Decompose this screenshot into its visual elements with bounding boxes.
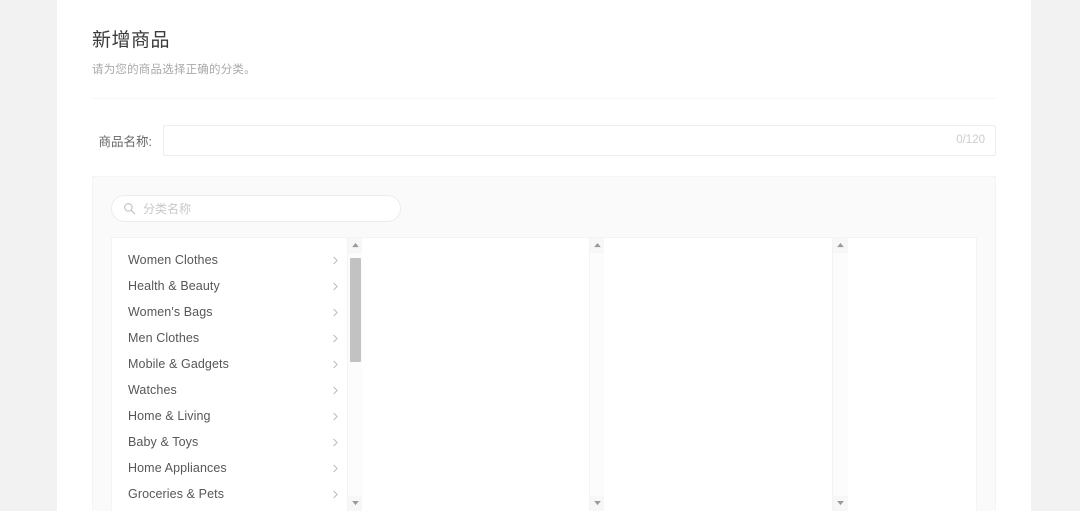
category-picker-panel: Women Clothes Health & Beauty Women's Ba… bbox=[92, 176, 996, 511]
scrollbar-column-3[interactable] bbox=[832, 238, 848, 511]
scroll-down-arrow[interactable] bbox=[348, 496, 363, 511]
page-subtitle: 请为您的商品选择正确的分类。 bbox=[92, 64, 256, 76]
category-label: Women's Bags bbox=[128, 305, 213, 319]
category-label: Watches bbox=[128, 383, 177, 397]
product-name-input[interactable] bbox=[163, 125, 996, 156]
product-name-row: 商品名称: 0/120 bbox=[57, 99, 1031, 156]
page-title: 新增商品 bbox=[92, 30, 171, 51]
category-column-2 bbox=[362, 238, 605, 511]
chevron-right-icon bbox=[331, 412, 340, 421]
scrollbar-column-1[interactable] bbox=[347, 238, 363, 511]
chevron-right-icon bbox=[331, 438, 340, 447]
product-name-label: 商品名称: bbox=[98, 135, 152, 149]
category-list-1[interactable]: Women Clothes Health & Beauty Women's Ba… bbox=[112, 238, 362, 511]
scrollbar-track[interactable] bbox=[833, 253, 848, 496]
category-label: Women Clothes bbox=[128, 253, 218, 267]
page-header: 新增商品 请为您的商品选择正确的分类。 bbox=[57, 0, 1031, 99]
chevron-right-icon bbox=[331, 256, 340, 265]
category-search-wrap bbox=[111, 195, 401, 222]
scroll-down-arrow[interactable] bbox=[833, 496, 848, 511]
chevron-right-icon bbox=[331, 360, 340, 369]
scroll-up-arrow[interactable] bbox=[590, 238, 605, 253]
category-label: Mobile & Gadgets bbox=[128, 357, 229, 371]
scrollbar-track[interactable] bbox=[590, 253, 605, 496]
list-item[interactable]: Watches bbox=[112, 377, 362, 403]
category-list-3[interactable] bbox=[604, 238, 847, 511]
list-item[interactable]: Home Appliances bbox=[112, 455, 362, 481]
product-name-input-wrap: 0/120 bbox=[163, 125, 996, 156]
scroll-up-arrow[interactable] bbox=[348, 238, 363, 253]
chevron-right-icon bbox=[331, 334, 340, 343]
category-label: Baby & Toys bbox=[128, 435, 199, 449]
scroll-down-arrow[interactable] bbox=[590, 496, 605, 511]
category-label: Groceries & Pets bbox=[128, 487, 225, 501]
list-item[interactable]: Women's Bags bbox=[112, 299, 362, 325]
list-item[interactable]: Groceries & Pets bbox=[112, 481, 362, 507]
page-card: 新增商品 请为您的商品选择正确的分类。 商品名称: 0/120 分类名称 Wom… bbox=[57, 0, 1031, 511]
category-columns: Women Clothes Health & Beauty Women's Ba… bbox=[111, 237, 977, 511]
scrollbar-thumb[interactable] bbox=[350, 257, 361, 363]
category-label: Home & Living bbox=[128, 409, 211, 423]
list-item[interactable]: Home & Living bbox=[112, 403, 362, 429]
category-label: Home Appliances bbox=[128, 461, 227, 475]
category-label: Health & Beauty bbox=[128, 279, 220, 293]
scrollbar-column-2[interactable] bbox=[589, 238, 605, 511]
chevron-right-icon bbox=[331, 386, 340, 395]
list-item[interactable]: Women Clothes bbox=[112, 247, 362, 273]
list-item[interactable]: Baby & Toys bbox=[112, 429, 362, 455]
category-label: Men Clothes bbox=[128, 331, 200, 345]
category-search-input[interactable] bbox=[111, 195, 401, 222]
chevron-right-icon bbox=[331, 282, 340, 291]
list-item[interactable]: Mobile & Gadgets bbox=[112, 351, 362, 377]
category-column-3 bbox=[604, 238, 848, 511]
chevron-right-icon bbox=[331, 490, 340, 499]
chevron-right-icon bbox=[331, 464, 340, 473]
scrollbar-track[interactable] bbox=[348, 253, 363, 496]
chevron-right-icon bbox=[331, 308, 340, 317]
scroll-up-arrow[interactable] bbox=[833, 238, 848, 253]
list-item[interactable]: Health & Beauty bbox=[112, 273, 362, 299]
list-item[interactable]: Men Clothes bbox=[112, 325, 362, 351]
category-column-1: Women Clothes Health & Beauty Women's Ba… bbox=[112, 238, 363, 511]
category-list-2[interactable] bbox=[362, 238, 604, 511]
